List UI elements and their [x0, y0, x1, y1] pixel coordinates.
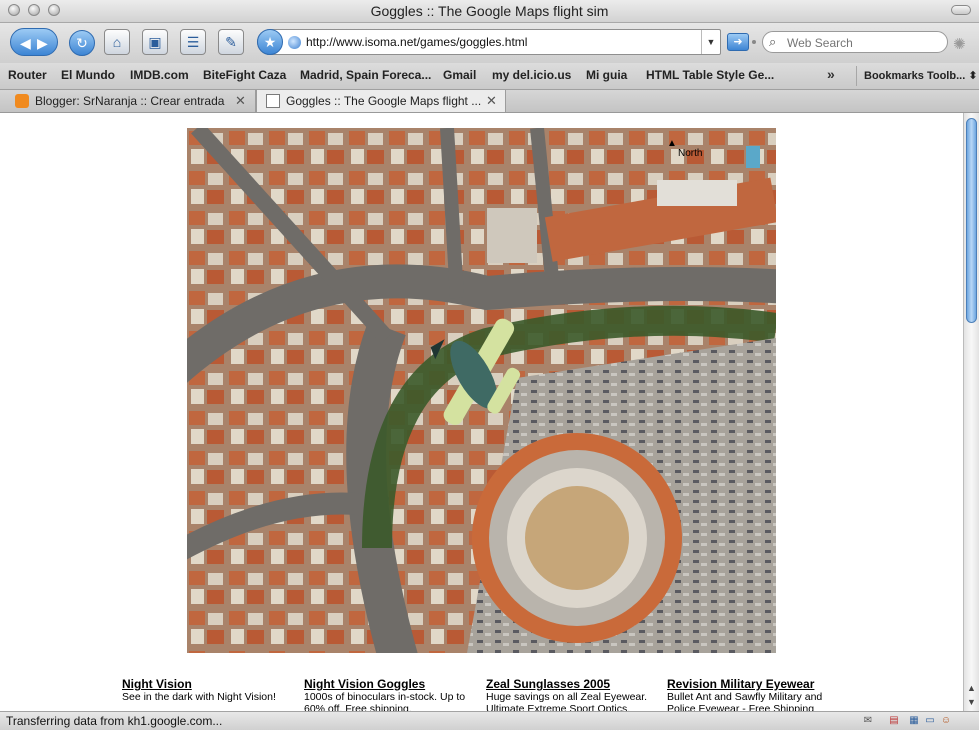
ad-title-link[interactable]: Zeal Sunglasses 2005 [486, 677, 661, 691]
search-icon[interactable]: ⌕ [769, 34, 776, 50]
mail-icon[interactable]: ✉ [862, 715, 874, 727]
scroll-down-arrow-icon[interactable]: ▼ [967, 697, 976, 707]
reload-button[interactable]: ↻ [69, 30, 95, 56]
go-button[interactable]: ➜ [727, 33, 749, 51]
ad-title-link[interactable]: Night Vision Goggles [304, 677, 479, 691]
go-arrow-icon: ➜ [733, 36, 743, 48]
pdf-icon[interactable]: ▤ [888, 715, 900, 727]
window-icon[interactable]: ▭ [924, 715, 936, 727]
status-text: Transferring data from kh1.google.com... [6, 714, 223, 728]
bookmark-el-mundo[interactable]: El Mundo [61, 68, 115, 82]
ad-title-link[interactable]: Night Vision [122, 677, 297, 691]
bookmark-imdb[interactable]: IMDB.com [130, 68, 189, 82]
ad-title-link[interactable]: Revision Military Eyewear [667, 677, 842, 691]
history-button[interactable]: ☰ [180, 29, 206, 55]
airplane-icon[interactable] [412, 308, 542, 438]
bookmark-madrid-forecast[interactable]: Madrid, Spain Foreca... [300, 68, 431, 82]
back-arrow-icon[interactable]: ◀ [20, 35, 31, 52]
ad-description: 1000s of binoculars in-stock. Up to 60% … [304, 691, 466, 711]
bookmark-mi-guia[interactable]: Mi guia [586, 68, 627, 82]
bookmark-star-icon[interactable]: ★ [257, 29, 283, 55]
navigation-toolbar: ◀ ▶ ↻ ⌂ ▣ ☰ ✎ ★ http://www.isoma.net/gam… [0, 23, 979, 63]
tab-blogger[interactable]: Blogger: SrNaranja :: Crear entrada ✕ [6, 90, 256, 112]
north-text: North [678, 148, 703, 159]
ad-item: Night Vision Goggles 1000s of binoculars… [304, 677, 479, 711]
ad-description: See in the dark with Night Vision! [122, 691, 276, 703]
media-button[interactable]: ▣ [142, 29, 168, 55]
tab-strip: Blogger: SrNaranja :: Crear entrada ✕ Go… [0, 90, 979, 113]
bookmarks-overflow-chevron-icon[interactable]: » [827, 66, 835, 82]
tab-label: Goggles :: The Google Maps flight ... [286, 94, 482, 108]
screen-icon: ▣ [148, 34, 162, 50]
close-tab-icon[interactable]: ✕ [235, 93, 246, 109]
reload-icon: ↻ [76, 35, 88, 51]
bookmark-html-table-style[interactable]: HTML Table Style Ge... [646, 68, 774, 82]
url-history-dropdown[interactable]: ▼ [701, 30, 720, 54]
bookmark-delicious[interactable]: my del.icio.us [492, 68, 571, 82]
url-text[interactable]: http://www.isoma.net/games/goggles.html [306, 35, 527, 49]
page-content: ▲ North Night Vision See in the dark wit… [0, 113, 963, 711]
scroll-up-arrow-icon[interactable]: ▲ [967, 683, 976, 693]
forward-arrow-icon[interactable]: ▶ [37, 35, 48, 52]
ad-description: Huge savings on all Zeal Eyewear. Ultima… [486, 691, 648, 711]
ad-item: Revision Military Eyewear Bullet Ant and… [667, 677, 842, 711]
separator-dot [752, 40, 756, 44]
ad-item: Night Vision See in the dark with Night … [122, 677, 297, 703]
bookmarks-toolbox-menu[interactable]: Bookmarks Toolb... ⬍ [864, 69, 978, 82]
quill-icon: ✎ [225, 34, 237, 50]
blog-this-button[interactable]: ✎ [218, 29, 244, 55]
window-title: Goggles :: The Google Maps flight sim [370, 3, 609, 19]
bookmarks-toolbox-label: Bookmarks Toolb... [864, 70, 966, 82]
list-icon: ☰ [186, 34, 200, 50]
bookmarks-divider [856, 66, 857, 86]
address-bar[interactable]: ★ http://www.isoma.net/games/goggles.htm… [257, 29, 721, 55]
bookmarks-bar: Router El Mundo IMDB.com BiteFight Caza … [0, 63, 979, 90]
site-globe-icon [288, 36, 301, 49]
search-input[interactable] [785, 34, 939, 52]
back-forward-button[interactable]: ◀ ▶ [10, 28, 58, 56]
status-bar: Transferring data from kh1.google.com...… [0, 711, 979, 730]
blogger-favicon-icon [15, 94, 29, 108]
toolbar-toggle-button[interactable] [951, 5, 971, 15]
updown-arrow-icon: ⬍ [968, 70, 978, 82]
scrollbar-thumb[interactable] [966, 118, 977, 323]
window-titlebar: Goggles :: The Google Maps flight sim [0, 0, 979, 23]
ad-description: Bullet Ant and Sawfly Military and Polic… [667, 691, 823, 711]
status-smiley-icon[interactable]: ☺ [940, 715, 952, 727]
bookmark-bitefight[interactable]: BiteFight Caza [203, 68, 286, 82]
bookmark-gmail[interactable]: Gmail [443, 68, 476, 82]
north-arrow-icon: ▲ [667, 138, 677, 149]
satellite-map[interactable]: ▲ North [187, 128, 776, 653]
page-favicon-icon [266, 94, 280, 108]
grid-icon[interactable]: ▦ [908, 715, 920, 727]
tab-goggles[interactable]: Goggles :: The Google Maps flight ... ✕ [256, 90, 506, 112]
home-icon: ⌂ [112, 34, 122, 50]
home-button[interactable]: ⌂ [104, 29, 130, 55]
close-tab-icon[interactable]: ✕ [486, 93, 497, 109]
tab-label: Blogger: SrNaranja :: Crear entrada [35, 94, 225, 108]
vertical-scrollbar[interactable]: ▲ ▼ [963, 113, 979, 711]
ad-item: Zeal Sunglasses 2005 Huge savings on all… [486, 677, 661, 711]
bookmark-router[interactable]: Router [8, 68, 47, 82]
activity-spinner-icon: ✺ [953, 36, 966, 53]
web-search-box[interactable]: ⌕ [762, 31, 948, 53]
